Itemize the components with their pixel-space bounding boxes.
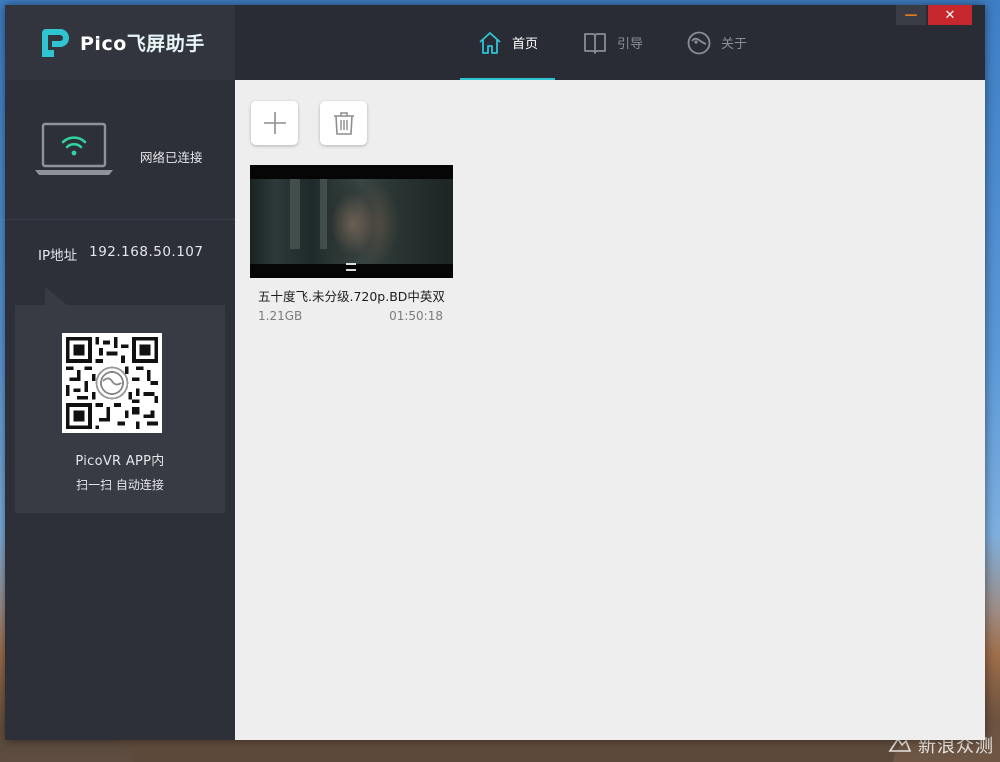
book-icon bbox=[584, 32, 606, 54]
ip-address-row: IP地址 192.168.50.107 bbox=[38, 244, 203, 264]
tab-guide-label: 引导 bbox=[617, 37, 644, 52]
brand: Pico飞屏助手 bbox=[5, 5, 235, 80]
sidebar: 网络已连接 IP地址 192.168.50.107 PicoVR APP内 扫一… bbox=[5, 80, 235, 740]
app-title-cn: 飞屏助手 bbox=[126, 33, 205, 55]
app-window: Pico飞屏助手 首页 引导 关于 — ✕ 网络已连接 IP地址 192.168… bbox=[5, 5, 985, 740]
video-title: 五十度飞.未分级.720p.BD中英双 bbox=[258, 289, 445, 304]
qr-code-image bbox=[66, 337, 158, 429]
thumbnail-window-light bbox=[290, 179, 300, 249]
app-title-en: Pico bbox=[80, 33, 127, 55]
tab-guide[interactable]: 引导 bbox=[567, 5, 658, 80]
tab-about-label: 关于 bbox=[721, 37, 748, 52]
video-size: 1.21GB bbox=[258, 309, 303, 323]
trash-icon bbox=[333, 112, 354, 135]
thumbnail-window-light bbox=[320, 179, 327, 249]
tab-home-label: 首页 bbox=[511, 37, 538, 52]
video-duration: 01:50:18 bbox=[389, 309, 443, 323]
ip-label: IP地址 bbox=[38, 248, 78, 264]
app-title: Pico飞屏助手 bbox=[80, 29, 205, 56]
pico-logo-icon bbox=[42, 28, 69, 57]
main-content: 五十度飞.未分级.720p.BD中英双 1.21GB 01:50:18 bbox=[235, 80, 985, 740]
main-nav: 首页 引导 关于 bbox=[460, 5, 762, 80]
title-bar: Pico飞屏助手 首页 引导 关于 — ✕ bbox=[5, 5, 985, 80]
video-meta: 1.21GB 01:50:18 bbox=[250, 305, 453, 323]
thumbnail-subtitle-mark bbox=[346, 263, 356, 271]
network-status-panel: 网络已连接 bbox=[5, 80, 235, 220]
video-card[interactable]: 五十度飞.未分级.720p.BD中英双 1.21GB 01:50:18 bbox=[250, 165, 453, 323]
delete-button[interactable] bbox=[320, 101, 367, 145]
close-button[interactable]: ✕ bbox=[928, 5, 972, 25]
laptop-wifi-icon bbox=[35, 122, 113, 175]
qr-caption-scan: 扫一扫 自动连接 bbox=[76, 478, 164, 492]
thumbnail-scene bbox=[250, 179, 453, 264]
ip-value: 192.168.50.107 bbox=[89, 244, 204, 260]
minimize-button[interactable]: — bbox=[896, 5, 926, 25]
video-thumbnail bbox=[250, 165, 453, 278]
window-controls: — ✕ bbox=[896, 5, 972, 25]
add-button[interactable] bbox=[251, 101, 298, 145]
qr-caption-app: PicoVR APP内 bbox=[75, 454, 165, 469]
network-status-text: 网络已连接 bbox=[140, 150, 203, 165]
tab-about[interactable]: 关于 bbox=[671, 5, 762, 80]
qr-panel: PicoVR APP内 扫一扫 自动连接 bbox=[15, 287, 225, 513]
pico-circle-icon bbox=[687, 31, 711, 54]
tab-home[interactable]: 首页 bbox=[460, 5, 555, 80]
plus-icon bbox=[263, 112, 286, 134]
home-icon bbox=[479, 31, 501, 54]
qr-code bbox=[62, 333, 162, 433]
